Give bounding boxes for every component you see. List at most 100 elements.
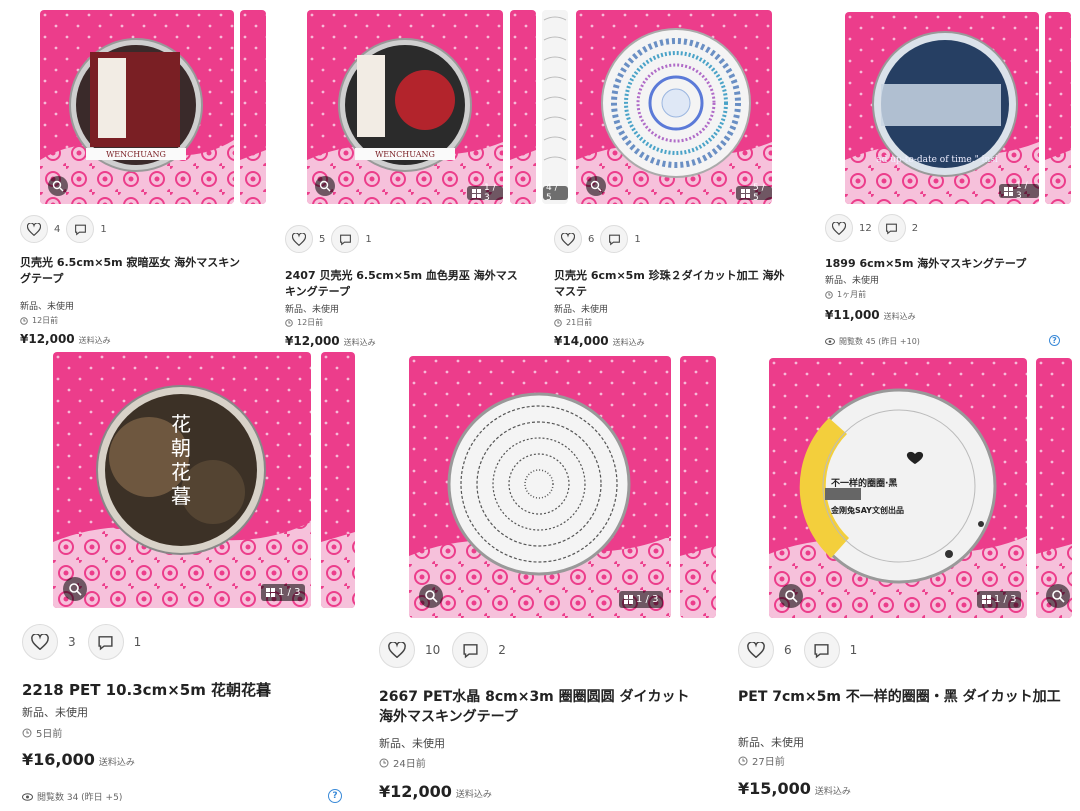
- like-button[interactable]: [825, 214, 853, 242]
- product-title[interactable]: 2407 贝壳光 6.5cm×5m 血色男巫 海外マスキングテープ: [285, 268, 525, 300]
- next-image-peek: [1045, 12, 1071, 204]
- product-image[interactable]: 5 / 5: [576, 10, 772, 204]
- product-image[interactable]: 花朝花暮 1 / 3: [53, 352, 311, 608]
- comment-button[interactable]: [600, 225, 629, 253]
- heart-icon: [561, 232, 575, 246]
- like-button[interactable]: [20, 215, 48, 243]
- grid-icon: [472, 188, 481, 198]
- product-image[interactable]: WENCHUANG 1 / 3: [307, 10, 503, 204]
- image-title-text: 不一样的圈圈·黑: [831, 479, 898, 489]
- product-card[interactable]: WENCHUANG 4 1 贝壳光 6.5cm×5m 寂暗巫女 海外マスキングテ…: [20, 10, 270, 346]
- product-image[interactable]: 1 / 3: [409, 356, 671, 618]
- prev-image-peek: 4 / 5: [542, 10, 568, 204]
- comment-count: 2: [911, 222, 919, 234]
- image-counter-badge: 1 / 3: [261, 584, 306, 601]
- posted-time: 12日前: [285, 317, 323, 328]
- like-button[interactable]: [738, 632, 774, 668]
- heart-icon: [292, 232, 306, 246]
- product-title[interactable]: 贝壳光 6cm×5m 珍珠２ダイカット加工 海外マステ: [554, 268, 789, 300]
- grid-icon: [1004, 186, 1013, 196]
- grid-icon: [624, 595, 633, 604]
- zoom-lens-icon[interactable]: [419, 584, 443, 608]
- clock-icon: [738, 756, 748, 765]
- help-icon[interactable]: ?: [1049, 335, 1060, 346]
- comment-button[interactable]: [803, 632, 840, 668]
- product-title[interactable]: 1899 6cm×5m 海外マスキングテープ: [825, 256, 1055, 272]
- comment-count: 2: [498, 643, 506, 657]
- like-count: 6: [784, 643, 792, 657]
- grid-icon: [982, 595, 991, 604]
- product-price: ¥14,000 送料込み: [554, 334, 645, 348]
- help-icon[interactable]: ?: [328, 789, 342, 803]
- zoom-lens-icon[interactable]: [1046, 584, 1070, 608]
- like-count: 5: [319, 233, 326, 245]
- clock-icon: [825, 290, 833, 299]
- comment-button[interactable]: [877, 214, 906, 242]
- product-title[interactable]: 贝壳光 6.5cm×5m 寂暗巫女 海外マスキングテープ: [20, 255, 250, 287]
- like-count: 12: [859, 222, 872, 234]
- product-card[interactable]: 不一样的圈圈·黑 金刚兔SAY文创出品 1 / 3 6 1 PET 7cm×5m…: [737, 358, 1077, 811]
- comment-button[interactable]: [331, 225, 360, 253]
- eye-icon: [825, 338, 835, 345]
- comment-icon: [886, 223, 898, 235]
- zoom-lens-icon[interactable]: [63, 577, 87, 601]
- comment-count: 1: [100, 223, 107, 235]
- zoom-lens-icon[interactable]: [315, 176, 335, 196]
- like-button[interactable]: [22, 624, 58, 660]
- product-price: ¥12,000 送料込み: [20, 332, 111, 346]
- card-actions: 5 1: [285, 225, 372, 253]
- comment-button[interactable]: [87, 624, 124, 660]
- product-condition: 新品、未使用: [379, 737, 445, 750]
- clock-icon: [22, 728, 32, 737]
- grid-icon: [741, 188, 750, 198]
- card-actions: 6 1: [554, 225, 641, 253]
- comment-icon: [463, 643, 478, 658]
- product-title[interactable]: 2218 PET 10.3cm×5m 花朝花暮: [22, 680, 342, 702]
- product-image[interactable]: 不一样的圈圈·黑 金刚兔SAY文创出品 1 / 3: [769, 358, 1027, 618]
- zoom-lens-icon[interactable]: [586, 176, 606, 196]
- product-image[interactable]: ad up-to-date of time." insi 1 / 3: [845, 12, 1039, 204]
- image-counter-badge: 1 / 3: [467, 183, 503, 203]
- like-count: 3: [68, 635, 76, 649]
- comment-count: 1: [634, 233, 641, 245]
- image-brand-text: WENCHUANG: [106, 150, 166, 159]
- zoom-lens-icon[interactable]: [779, 584, 803, 608]
- product-image[interactable]: WENCHUANG: [40, 10, 234, 204]
- product-card[interactable]: WENCHUANG 1 / 3 5 1 2407 贝壳光 6.5cm×5m 血色…: [285, 10, 537, 348]
- comment-count: 1: [365, 233, 372, 245]
- product-condition: 新品、未使用: [825, 276, 880, 286]
- image-text: ad up-to-date of time." insi: [876, 155, 998, 165]
- comment-icon: [814, 643, 829, 658]
- clock-icon: [554, 318, 562, 327]
- product-card[interactable]: 1 / 3 10 2 2667 PET水晶 8cm×3m 圈圈圆圆 ダイカット …: [378, 356, 718, 811]
- product-card[interactable]: 花朝花暮 1 / 3 3 1 2218 PET 10.3cm×5m 花朝花暮 新…: [20, 352, 360, 807]
- product-condition: 新品、未使用: [738, 736, 804, 749]
- image-brand-text: WENCHUANG: [375, 150, 435, 159]
- next-image-peek: [680, 356, 716, 618]
- heart-icon: [747, 642, 765, 658]
- heart-icon: [832, 221, 846, 235]
- clock-icon: [20, 316, 28, 325]
- product-price: ¥12,000 送料込み: [379, 782, 492, 801]
- comment-button[interactable]: [452, 632, 489, 668]
- like-button[interactable]: [379, 632, 415, 668]
- image-counter-badge: 1 / 3: [977, 591, 1022, 608]
- image-title-text: 花朝花暮: [171, 412, 191, 508]
- zoom-lens-icon[interactable]: [48, 176, 68, 196]
- product-title[interactable]: PET 7cm×5m 不一样的圈圈・黑 ダイカット加工: [738, 687, 1068, 707]
- clock-icon: [379, 758, 389, 767]
- like-button[interactable]: [554, 225, 582, 253]
- view-count: 閲覧数 34 (昨日 +5): [22, 790, 122, 803]
- product-card[interactable]: ad up-to-date of time." insi 1 / 3 12 2 …: [825, 12, 1077, 347]
- card-actions: 6 1: [738, 632, 857, 668]
- comment-icon: [339, 234, 351, 246]
- product-title[interactable]: 2667 PET水晶 8cm×3m 圈圈圆圆 ダイカット 海外マスキングテープ: [379, 687, 699, 728]
- like-button[interactable]: [285, 225, 313, 253]
- posted-time: 21日前: [554, 317, 592, 328]
- next-image-peek: [321, 352, 355, 608]
- heart-icon: [27, 222, 41, 236]
- comment-icon: [74, 224, 86, 236]
- comment-button[interactable]: [66, 215, 95, 243]
- heart-icon: [31, 634, 49, 650]
- product-card[interactable]: 4 / 5 5 / 5 6 1 贝壳光 6cm×5m 珍珠２ダイカット加工 海外…: [542, 10, 784, 348]
